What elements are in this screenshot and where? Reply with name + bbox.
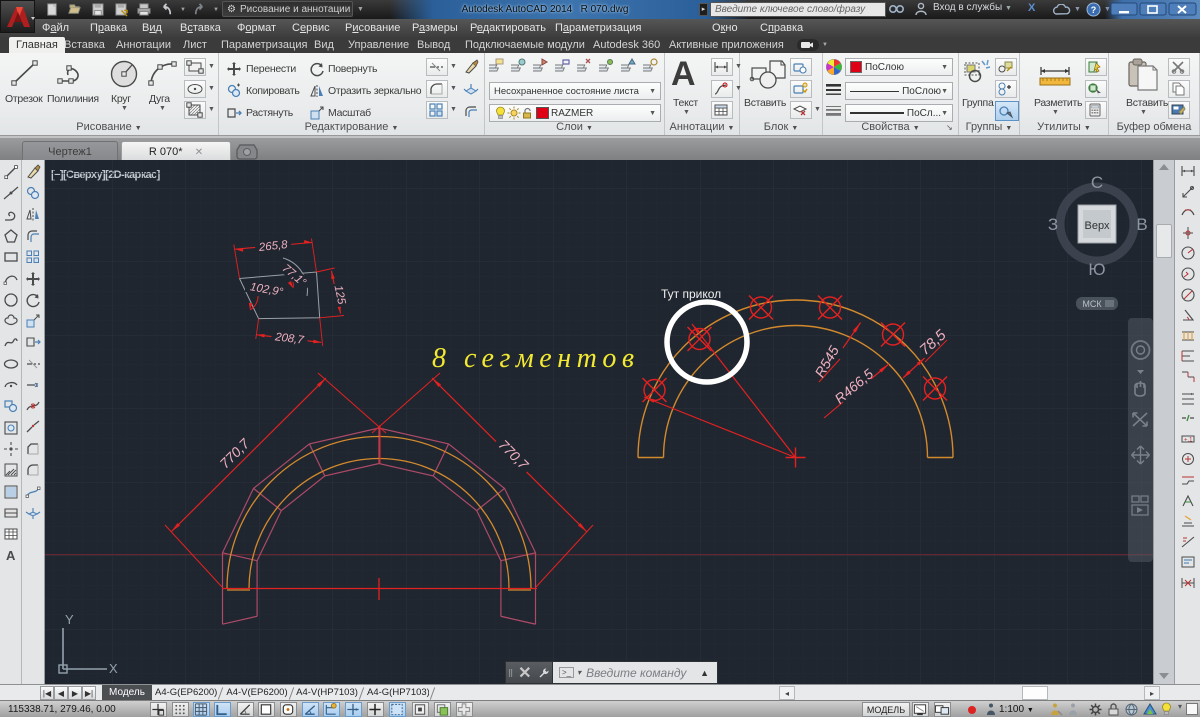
svg-text:Y: Y	[65, 612, 74, 627]
svg-text:+.1: +.1	[1184, 437, 1193, 443]
svg-text:Верх: Верх	[1085, 220, 1110, 232]
svg-text:X: X	[109, 661, 118, 676]
svg-text:Тут прикол: Тут прикол	[661, 287, 721, 301]
svg-text:A: A	[6, 548, 16, 563]
svg-text:МСК: МСК	[1082, 299, 1102, 309]
svg-text:З: З	[1048, 215, 1058, 234]
svg-text:Ю: Ю	[1088, 260, 1105, 279]
svg-text:С: С	[1091, 173, 1103, 192]
svg-text:?: ?	[1091, 5, 1097, 15]
svg-text:В: В	[1136, 215, 1147, 234]
svg-text:8 сегментов: 8 сегментов	[432, 343, 639, 374]
